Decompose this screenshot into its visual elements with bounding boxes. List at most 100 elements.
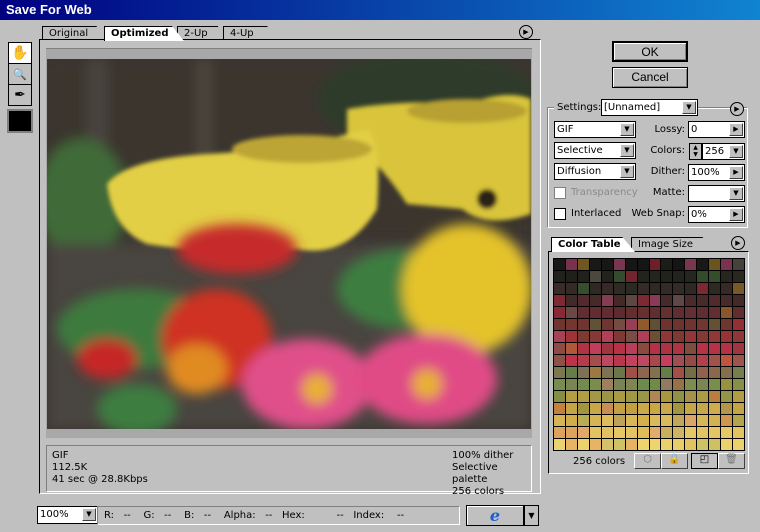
color-swatch[interactable] [685, 331, 697, 342]
color-swatch[interactable] [649, 307, 661, 318]
color-swatch[interactable] [601, 415, 613, 426]
color-swatch[interactable] [733, 319, 744, 330]
color-swatch[interactable] [577, 271, 589, 282]
color-swatch[interactable] [554, 319, 565, 330]
tab-optimized[interactable]: Optimized [104, 26, 184, 41]
color-swatch[interactable] [565, 271, 577, 282]
color-swatch[interactable] [554, 283, 565, 294]
color-swatch[interactable] [733, 403, 744, 414]
color-swatch[interactable] [589, 355, 601, 366]
color-swatch[interactable] [661, 259, 673, 270]
color-swatch[interactable] [709, 379, 721, 390]
color-swatch[interactable] [613, 415, 625, 426]
color-swatch[interactable] [721, 331, 733, 342]
color-swatch[interactable] [637, 307, 649, 318]
color-swatch[interactable] [613, 259, 625, 270]
color-swatch[interactable] [649, 403, 661, 414]
matte-dropdown[interactable]: ▼ [688, 185, 745, 202]
color-swatch[interactable] [733, 259, 744, 270]
color-swatch[interactable] [589, 367, 601, 378]
color-swatch[interactable] [554, 391, 565, 402]
color-swatch[interactable] [709, 307, 721, 318]
color-swatch[interactable] [637, 415, 649, 426]
color-swatch[interactable] [661, 403, 673, 414]
color-swatch[interactable] [625, 295, 637, 306]
color-swatch[interactable] [554, 439, 565, 450]
color-swatch[interactable] [661, 307, 673, 318]
color-swatch[interactable] [565, 307, 577, 318]
color-swatch[interactable] [661, 331, 673, 342]
color-swatch[interactable] [697, 403, 709, 414]
color-swatch[interactable] [649, 295, 661, 306]
color-swatch[interactable] [697, 295, 709, 306]
color-swatch[interactable] [589, 307, 601, 318]
color-swatch[interactable] [601, 295, 613, 306]
color-swatch[interactable] [577, 355, 589, 366]
interlaced-checkbox[interactable] [554, 208, 566, 220]
color-swatch[interactable] [625, 403, 637, 414]
color-swatch[interactable] [554, 355, 565, 366]
color-swatch[interactable] [733, 439, 744, 450]
color-swatch[interactable] [709, 271, 721, 282]
color-swatch[interactable] [565, 367, 577, 378]
color-swatch[interactable] [565, 379, 577, 390]
color-swatch[interactable] [637, 295, 649, 306]
color-swatch[interactable] [554, 367, 565, 378]
color-swatch[interactable] [577, 343, 589, 354]
color-swatch[interactable] [685, 439, 697, 450]
color-swatch[interactable] [709, 319, 721, 330]
color-swatch[interactable] [697, 391, 709, 402]
color-swatch[interactable] [637, 283, 649, 294]
color-swatch[interactable] [601, 283, 613, 294]
color-swatch[interactable] [721, 283, 733, 294]
delete-color-button[interactable]: 🗑 [718, 453, 745, 469]
color-swatch[interactable] [673, 391, 685, 402]
color-swatch[interactable] [733, 283, 744, 294]
color-swatch[interactable] [554, 307, 565, 318]
color-swatch[interactable] [685, 271, 697, 282]
color-swatch[interactable] [661, 319, 673, 330]
color-swatch[interactable] [733, 343, 744, 354]
color-swatch[interactable] [685, 307, 697, 318]
color-swatch[interactable] [601, 343, 613, 354]
color-swatch[interactable] [565, 319, 577, 330]
color-swatch[interactable] [613, 439, 625, 450]
new-color-button[interactable]: ◰ [691, 453, 718, 469]
color-swatch[interactable] [637, 403, 649, 414]
color-swatch[interactable] [554, 331, 565, 342]
color-swatch[interactable] [709, 415, 721, 426]
lock-color-button[interactable]: 🔒 [661, 453, 688, 469]
color-swatch[interactable] [577, 379, 589, 390]
settings-menu-button[interactable]: ▶ [730, 102, 744, 116]
color-swatch[interactable] [649, 427, 661, 438]
color-swatch[interactable] [554, 259, 565, 270]
color-swatch[interactable] [637, 343, 649, 354]
color-swatch[interactable] [601, 307, 613, 318]
eyedropper-tool[interactable]: ✒ [8, 84, 32, 106]
color-swatch[interactable] [577, 319, 589, 330]
color-swatch[interactable] [589, 403, 601, 414]
color-swatch[interactable] [673, 439, 685, 450]
color-swatch[interactable] [637, 355, 649, 366]
color-swatch[interactable] [709, 367, 721, 378]
color-swatch[interactable] [685, 367, 697, 378]
color-swatch[interactable] [733, 331, 744, 342]
color-swatch[interactable] [625, 343, 637, 354]
color-swatch[interactable] [613, 271, 625, 282]
hand-tool[interactable]: ✋ [8, 42, 32, 64]
color-swatch[interactable] [721, 307, 733, 318]
color-swatch[interactable] [697, 439, 709, 450]
format-dropdown[interactable]: GIF ▼ [554, 121, 636, 138]
color-swatch[interactable] [649, 379, 661, 390]
color-swatch[interactable] [577, 331, 589, 342]
color-swatch[interactable] [589, 295, 601, 306]
color-swatch[interactable] [721, 319, 733, 330]
color-table-grid[interactable] [553, 258, 745, 451]
color-swatch[interactable] [554, 403, 565, 414]
color-swatch[interactable] [601, 391, 613, 402]
colors-stepper[interactable]: ▲ ▼ [689, 143, 702, 160]
color-swatch[interactable] [661, 379, 673, 390]
color-swatch[interactable] [661, 439, 673, 450]
transparency-checkbox[interactable] [554, 187, 566, 199]
color-swatch[interactable] [733, 307, 744, 318]
